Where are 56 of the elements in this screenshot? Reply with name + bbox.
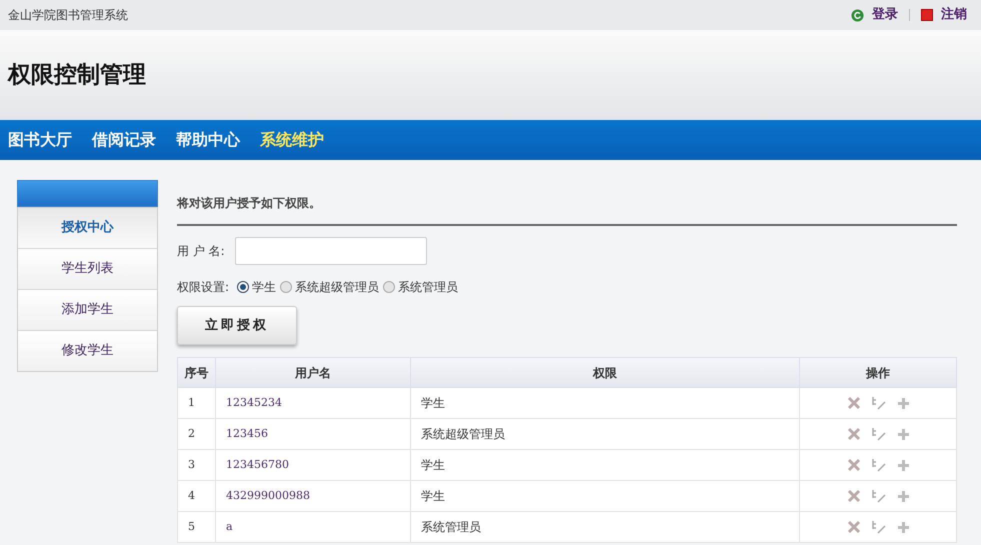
table-cell: 12345234 — [216, 388, 410, 418]
table-cell: 学生 — [410, 450, 800, 480]
nav-tab[interactable]: 借阅记录 — [92, 128, 156, 152]
table-cell: 5 — [178, 512, 216, 542]
sidebar-item[interactable]: 修改学生 — [18, 330, 157, 371]
column-header: 用户名 — [216, 358, 410, 388]
edit-icon[interactable] — [870, 457, 886, 473]
table-cell: 432999000988 — [216, 480, 410, 512]
logout-link[interactable]: 注销 — [941, 5, 967, 25]
delete-icon[interactable] — [846, 396, 860, 410]
add-icon[interactable] — [896, 520, 910, 534]
edit-icon[interactable] — [870, 519, 886, 535]
nav-tab[interactable]: 帮助中心 — [176, 128, 240, 152]
table-cell: 123456780 — [216, 450, 410, 480]
username-label: 用 户 名: — [177, 243, 225, 260]
role-label: 权限设置: — [177, 279, 230, 296]
table-cell: 系统超级管理员 — [410, 418, 800, 450]
table-cell: 系统管理员 — [410, 512, 800, 542]
site-name: 金山学院图书管理系统 — [8, 7, 128, 24]
add-icon[interactable] — [896, 458, 910, 472]
delete-icon[interactable] — [846, 520, 860, 534]
page-title: 权限控制管理 — [8, 60, 146, 90]
role-radio[interactable]: 系统管理员 — [383, 278, 458, 296]
delete-icon[interactable] — [846, 458, 860, 472]
add-icon[interactable] — [896, 490, 910, 502]
table-cell: 2 — [178, 418, 216, 450]
table-cell: a — [216, 512, 410, 542]
edit-icon[interactable] — [870, 488, 886, 504]
column-header: 权限 — [410, 358, 800, 388]
role-radio[interactable]: 系统超级管理员 — [280, 278, 380, 296]
column-header: 序号 — [178, 358, 216, 388]
nav-tab[interactable]: 系统维护 — [260, 128, 324, 152]
table-cell: 3 — [178, 450, 216, 480]
delete-icon[interactable] — [846, 489, 860, 503]
table-cell: 1 — [178, 388, 216, 418]
sidebar-item[interactable]: 学生列表 — [18, 248, 157, 289]
login-link[interactable]: 登录 — [872, 5, 898, 25]
column-header: 操作 — [800, 358, 956, 388]
grant-button[interactable]: 立即授权 — [177, 306, 297, 345]
sidebar-item[interactable]: 添加学生 — [18, 289, 157, 330]
edit-icon[interactable] — [870, 426, 886, 442]
edit-icon[interactable] — [870, 395, 886, 411]
role-radio[interactable]: 学生 — [237, 278, 276, 296]
username-field[interactable] — [234, 237, 427, 265]
table-cell: 123456 — [216, 418, 410, 450]
table-cell: 学生 — [410, 480, 800, 512]
table-cell: 学生 — [410, 388, 800, 418]
delete-icon[interactable] — [846, 427, 860, 441]
refresh-icon — [851, 8, 864, 22]
table-cell: 4 — [178, 480, 216, 512]
stop-icon — [921, 9, 933, 21]
form-heading: 将对该用户授予如下权限。 — [177, 195, 322, 212]
nav-tab[interactable]: 图书大厅 — [8, 128, 72, 152]
add-icon[interactable] — [896, 428, 910, 440]
add-icon[interactable] — [896, 396, 910, 410]
sidebar-item[interactable]: 授权中心 — [18, 207, 157, 248]
